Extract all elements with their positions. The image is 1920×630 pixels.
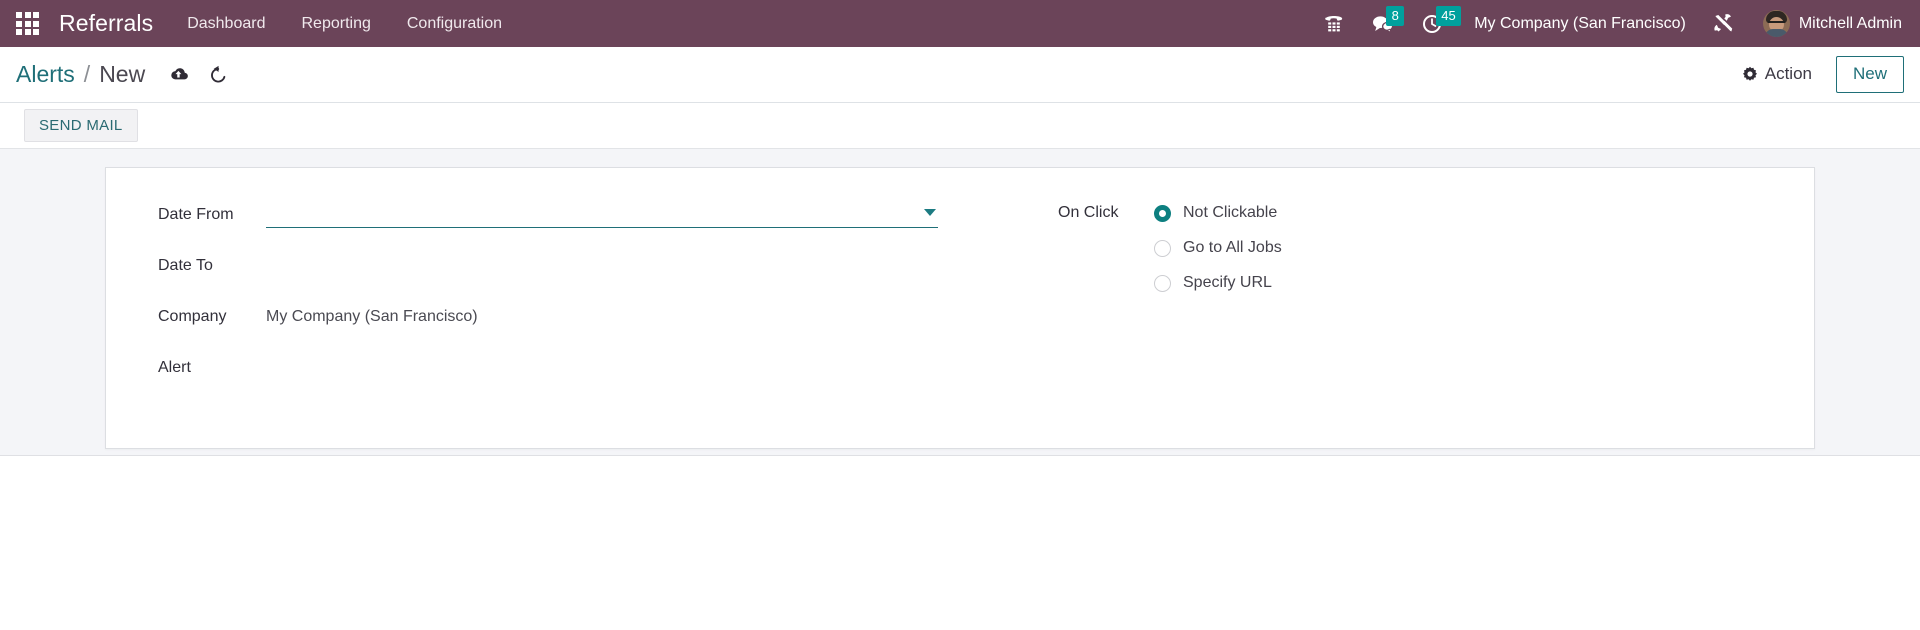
page-bottom-area	[0, 456, 1920, 602]
grid-cell	[24, 12, 31, 18]
send-mail-button[interactable]: SEND MAIL	[24, 109, 138, 142]
field-label-date-from: Date From	[158, 206, 234, 223]
grid-cell	[24, 29, 31, 35]
date-to-value[interactable]	[266, 251, 1038, 275]
date-from-input[interactable]	[266, 200, 938, 228]
cloud-upload-icon	[170, 68, 188, 80]
avatar-shirt	[1764, 29, 1788, 37]
form-view-background: Date From Date To Company My Company (Sa…	[0, 149, 1920, 456]
user-name-label: Mitchell Admin	[1798, 14, 1902, 32]
breadcrumb-separator: /	[83, 61, 91, 87]
form-sheet: Date From Date To Company My Company (Sa…	[105, 167, 1815, 449]
undo-arrow-icon	[211, 65, 226, 83]
main-menu: Dashboard Reporting Configuration	[169, 0, 520, 47]
radio-mark-go-to-all-jobs[interactable]	[1154, 239, 1171, 257]
grid-cell	[33, 29, 39, 35]
menu-item-configuration[interactable]: Configuration	[389, 0, 520, 47]
apps-grid-icon[interactable]	[8, 6, 49, 41]
grid-cell	[16, 12, 22, 18]
avatar-glasses	[1767, 21, 1785, 25]
new-record-button[interactable]: New	[1835, 56, 1904, 93]
field-label-on-click: On Click	[1058, 204, 1119, 221]
field-company: Company My Company (San Francisco)	[158, 302, 1038, 332]
activities-menu[interactable]: 45	[1408, 0, 1461, 47]
company-value[interactable]: My Company (San Francisco)	[266, 302, 1038, 328]
action-menu-button[interactable]: Action	[1736, 60, 1818, 88]
radio-option-not-clickable[interactable]: Not Clickable	[1154, 204, 1282, 222]
debug-tools-icon[interactable]	[1698, 0, 1749, 47]
discard-record-button[interactable]	[205, 62, 231, 88]
radio-label-not-clickable: Not Clickable	[1183, 204, 1278, 221]
gear-icon	[1742, 67, 1757, 82]
form-statusbar: SEND MAIL	[0, 103, 1920, 149]
radio-option-specify-url[interactable]: Specify URL	[1154, 274, 1282, 292]
alert-value[interactable]	[266, 353, 1038, 377]
radio-option-go-to-all-jobs[interactable]: Go to All Jobs	[1154, 239, 1282, 257]
field-label-alert: Alert	[158, 359, 191, 376]
voip-phone-icon[interactable]	[1310, 0, 1358, 47]
grid-cell	[16, 20, 22, 27]
field-label-date-to: Date To	[158, 257, 213, 274]
field-date-to: Date To	[158, 251, 1038, 281]
breadcrumb-item-alerts[interactable]: Alerts	[16, 61, 75, 88]
menu-item-reporting[interactable]: Reporting	[283, 0, 388, 47]
record-actions	[165, 62, 231, 88]
app-brand-referrals[interactable]: Referrals	[59, 10, 153, 37]
messages-menu[interactable]: 8	[1358, 0, 1408, 47]
form-grid: Date From Date To Company My Company (Sa…	[106, 200, 1814, 404]
field-label-company: Company	[158, 308, 227, 325]
action-menu-label: Action	[1764, 64, 1812, 84]
grid-cell	[33, 20, 39, 27]
on-click-radio-group: Not Clickable Go to All Jobs Specify URL	[1154, 200, 1282, 292]
save-record-button[interactable]	[165, 62, 191, 88]
systray: 8 45 My Company (San Francisco) Mitchell…	[1310, 0, 1906, 47]
breadcrumb-item-new: New	[99, 61, 146, 87]
form-column-left: Date From Date To Company My Company (Sa…	[158, 200, 1038, 404]
control-panel: Alerts / New Action New	[0, 47, 1920, 103]
menu-item-dashboard[interactable]: Dashboard	[169, 0, 283, 47]
grid-cell	[24, 20, 31, 27]
radio-label-specify-url: Specify URL	[1183, 274, 1272, 291]
user-avatar	[1762, 10, 1790, 37]
grid-cell	[33, 12, 39, 18]
activities-count-badge: 45	[1436, 6, 1461, 26]
top-navbar: Referrals Dashboard Reporting Configurat…	[0, 0, 1920, 47]
date-from-input-wrapper[interactable]	[266, 200, 938, 228]
field-date-from: Date From	[158, 200, 1038, 230]
messages-count-badge: 8	[1386, 6, 1405, 26]
field-on-click: On Click Not Clickable Go to All Jobs Sp…	[1058, 200, 1814, 292]
breadcrumb: Alerts / New	[16, 61, 145, 88]
radio-label-go-to-all-jobs: Go to All Jobs	[1183, 239, 1282, 256]
form-column-right: On Click Not Clickable Go to All Jobs Sp…	[1038, 200, 1814, 404]
radio-mark-not-clickable[interactable]	[1154, 204, 1171, 222]
field-alert: Alert	[158, 353, 1038, 383]
radio-mark-specify-url[interactable]	[1154, 274, 1171, 292]
grid-cell	[16, 29, 22, 35]
user-menu[interactable]: Mitchell Admin	[1749, 10, 1906, 37]
company-switcher[interactable]: My Company (San Francisco)	[1456, 15, 1698, 33]
control-panel-right: Action New	[1736, 56, 1904, 93]
